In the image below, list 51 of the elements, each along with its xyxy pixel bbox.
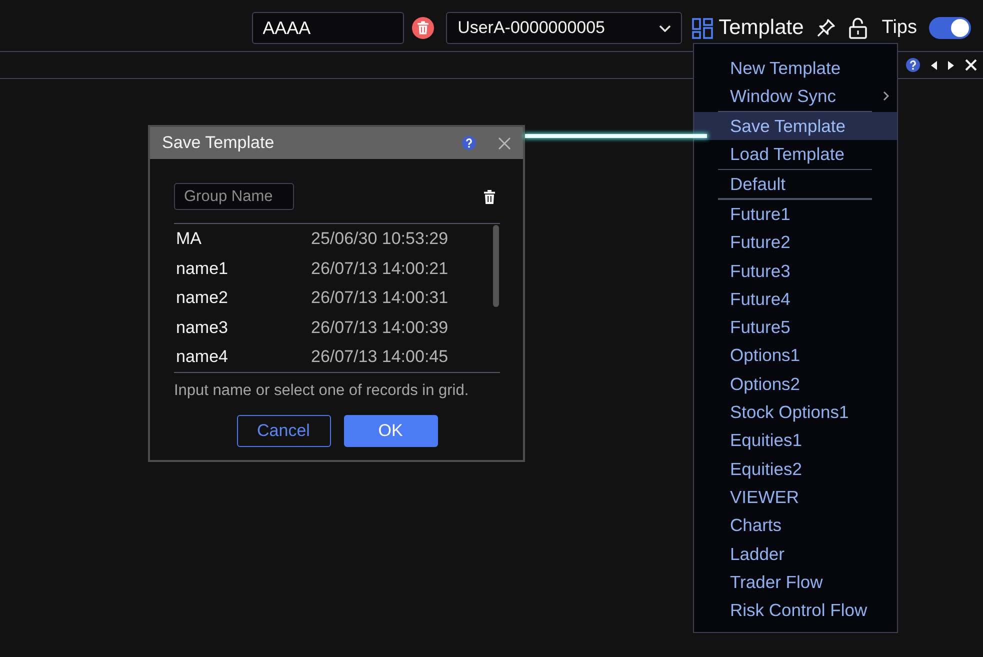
user-select[interactable]: UserA-0000000005	[446, 12, 682, 44]
template-button[interactable]: Template	[692, 12, 804, 44]
name-cell-text: name3	[175, 316, 229, 338]
pin-icon[interactable]	[816, 18, 836, 38]
menu-item[interactable]: Default	[694, 170, 897, 198]
menu-item[interactable]: Future2	[694, 228, 897, 257]
tips-toggle[interactable]	[929, 17, 971, 39]
trash-icon[interactable]	[412, 17, 434, 39]
time-cell-text: 26/07/13 14:00:39	[311, 316, 448, 338]
scrollbar-thumb[interactable]	[493, 225, 499, 307]
menu-item[interactable]: Charts	[694, 511, 897, 540]
menu-item[interactable]: Stock Options1	[694, 398, 897, 426]
time-cell-text: 26/07/13 14:00:31	[311, 287, 448, 309]
time-cell-text: 26/07/13 14:00:21	[311, 258, 448, 280]
menu-item[interactable]: Ladder	[694, 540, 897, 568]
menu-item[interactable]: Load Template	[694, 140, 897, 169]
menu-item[interactable]: Future5	[694, 313, 897, 342]
menu-item[interactable]: VIEWER	[694, 482, 897, 512]
name-input[interactable]: AAAA	[252, 12, 404, 44]
group-name-input[interactable]: Group Name	[174, 183, 294, 210]
menu-item[interactable]: Equities2	[694, 454, 897, 483]
name-cell-text: MA	[175, 228, 202, 250]
menu-item[interactable]: Future3	[694, 256, 897, 285]
tips-label: Tips	[882, 16, 917, 40]
help-icon[interactable]	[906, 58, 920, 72]
dialog-title: Save Template	[162, 132, 274, 154]
time-cell-text: 25/06/30 10:53:29	[311, 228, 448, 250]
chevron-down-icon	[658, 24, 671, 32]
trash-icon[interactable]	[484, 190, 495, 204]
menu-item[interactable]: Equities1	[694, 426, 897, 455]
ok-button[interactable]: OK	[344, 415, 438, 447]
cancel-button[interactable]: Cancel	[236, 415, 330, 447]
name-cell-text: name4	[175, 346, 229, 368]
menu-item[interactable]: Options1	[694, 341, 897, 370]
hint-text: Input name or select one of records in grid.	[174, 381, 470, 401]
menu-item[interactable]: New Template	[694, 54, 897, 82]
menu-item[interactable]: Options2	[694, 370, 897, 398]
menu-item[interactable]: Trader Flow	[694, 568, 897, 596]
caret-left-icon[interactable]	[931, 60, 937, 70]
time-cell-text: 26/07/13 14:00:45	[311, 346, 448, 368]
menu-item[interactable]: Future1	[694, 200, 897, 228]
menu-item[interactable]: Save Template	[694, 112, 897, 140]
grid-icon	[692, 18, 713, 38]
menu-item[interactable]: Future4	[694, 284, 897, 314]
name-cell-text: name1	[175, 258, 229, 280]
caret-right-icon[interactable]	[948, 60, 954, 70]
menu-item[interactable]: Window Sync	[694, 82, 897, 111]
name-cell-text: name2	[175, 287, 229, 309]
menu-item[interactable]: Risk Control Flow	[694, 596, 897, 624]
help-icon[interactable]	[462, 136, 476, 150]
padlock-icon[interactable]	[848, 17, 868, 39]
